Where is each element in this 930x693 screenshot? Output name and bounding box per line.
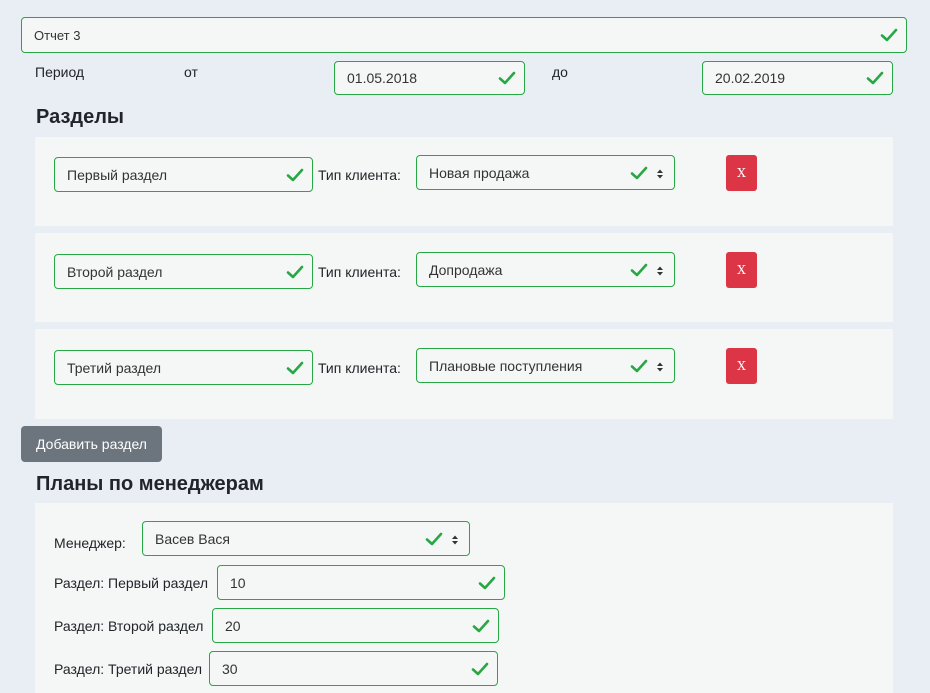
manager-select[interactable]: Васев Вася [142,521,470,556]
section-name-input[interactable]: Третий раздел [54,350,313,385]
report-name-input[interactable]: Отчет 3 [21,17,907,53]
period-to-input[interactable]: 20.02.2019 [702,61,893,95]
section-name-value: Первый раздел [67,166,168,183]
select-arrows-icon [451,533,459,545]
valid-check-icon [472,617,490,635]
valid-check-icon [498,69,516,87]
delete-section-button[interactable]: X [726,155,757,191]
client-type-label: Тип клиента: [318,167,401,183]
section-name-input[interactable]: Первый раздел [54,157,313,192]
manager-value: Васев Вася [155,530,230,547]
client-type-label: Тип клиента: [318,264,401,280]
period-from-value: 01.05.2018 [347,70,418,86]
period-from-input[interactable]: 01.05.2018 [334,61,525,95]
section-name-value: Третий раздел [67,359,162,376]
manager-label: Менеджер: [54,535,126,551]
plan-value-input[interactable]: 30 [209,651,498,686]
valid-check-icon [880,26,898,44]
valid-check-icon [425,530,443,548]
valid-check-icon [471,660,489,678]
client-type-value: Новая продажа [429,164,530,181]
period-to-label: до [552,64,568,80]
select-arrows-icon [656,360,664,372]
section-card: Третий раздел Тип клиента: Плановые пост… [35,329,893,419]
plan-value: 20 [225,617,241,634]
valid-check-icon [630,357,648,375]
valid-check-icon [630,261,648,279]
client-type-select[interactable]: Плановые поступления [416,348,675,383]
section-name-input[interactable]: Второй раздел [54,254,313,289]
valid-check-icon [286,263,304,281]
plan-row-label: Раздел: Первый раздел [54,575,209,591]
valid-check-icon [286,166,304,184]
section-name-value: Второй раздел [67,263,163,280]
period-to-value: 20.02.2019 [715,70,786,86]
add-section-button[interactable]: Добавить раздел [21,426,162,462]
period-from-label: от [184,64,198,80]
plans-card: Менеджер: Васев Вася Раздел: Первый разд… [35,503,893,693]
valid-check-icon [478,574,496,592]
client-type-value: Допродажа [429,261,503,278]
delete-section-button[interactable]: X [726,252,757,288]
section-card: Второй раздел Тип клиента: Допродажа X [35,233,893,322]
client-type-select[interactable]: Допродажа [416,252,675,287]
report-name-value: Отчет 3 [34,27,81,43]
client-type-label: Тип клиента: [318,360,401,376]
select-arrows-icon [656,167,664,179]
client-type-select[interactable]: Новая продажа [416,155,675,190]
valid-check-icon [866,69,884,87]
client-type-value: Плановые поступления [429,357,583,374]
section-card: Первый раздел Тип клиента: Новая продажа… [35,137,893,226]
plan-row-label: Раздел: Третий раздел [54,661,203,677]
delete-section-button[interactable]: X [726,348,757,384]
sections-heading: Разделы [36,106,124,128]
period-label: Период [35,64,85,80]
select-arrows-icon [656,264,664,276]
valid-check-icon [630,164,648,182]
plan-row-label: Раздел: Второй раздел [54,618,204,634]
plan-value: 30 [222,660,238,677]
plans-heading: Планы по менеджерам [36,473,264,495]
plan-value: 10 [230,574,246,591]
valid-check-icon [286,359,304,377]
plan-value-input[interactable]: 10 [217,565,505,600]
plan-value-input[interactable]: 20 [212,608,499,643]
